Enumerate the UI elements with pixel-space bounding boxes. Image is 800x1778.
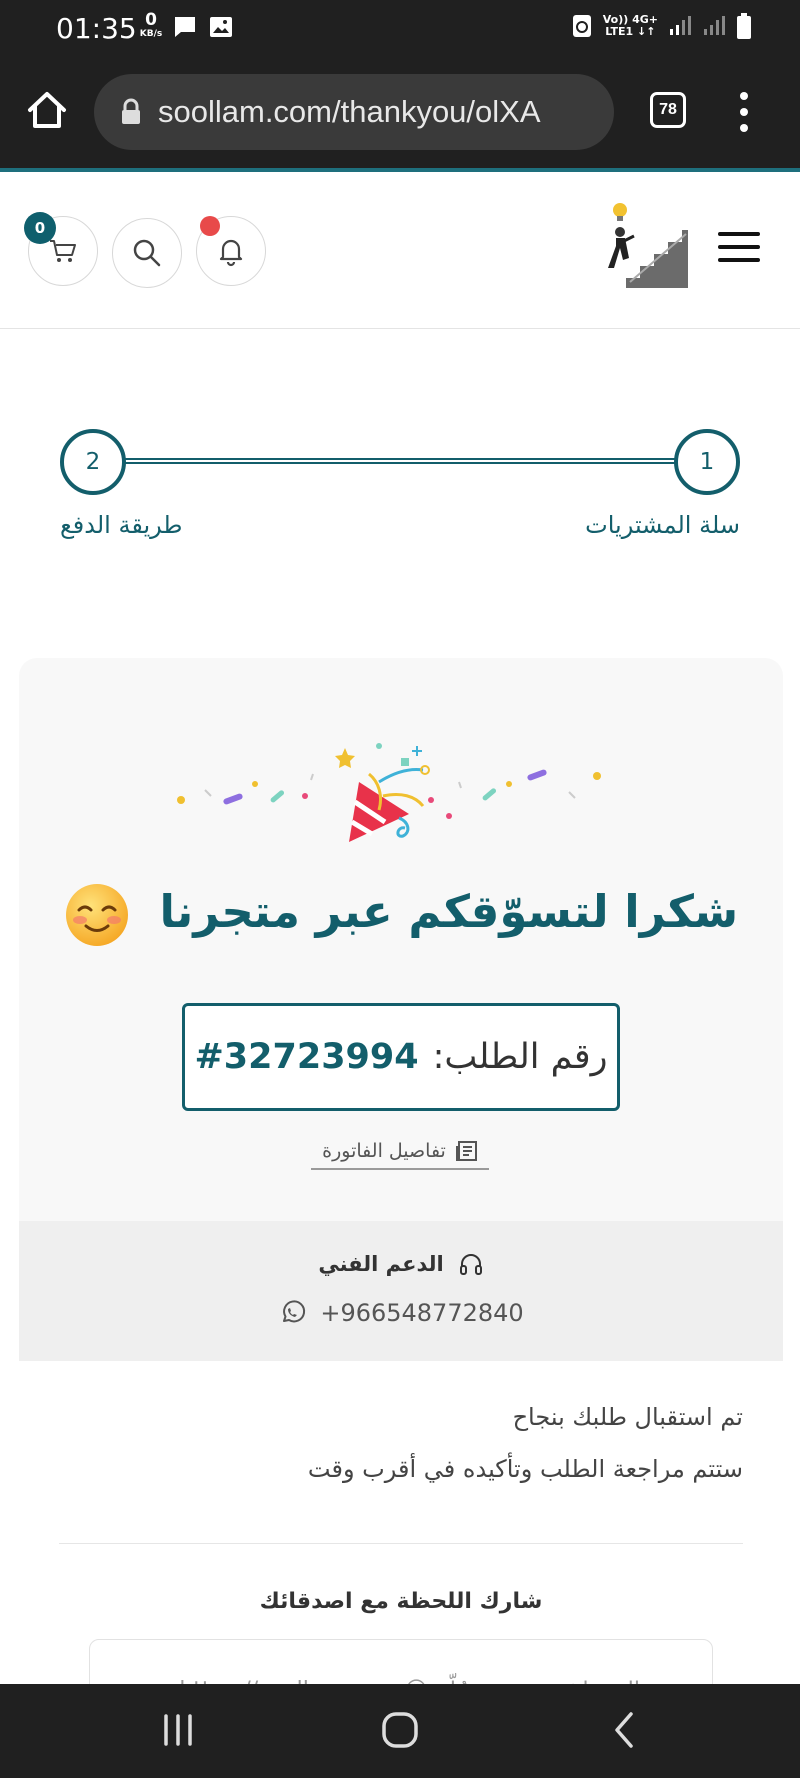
home-nav-button[interactable] (370, 1704, 430, 1756)
site-logo[interactable] (606, 196, 688, 288)
logo-icon (608, 203, 688, 288)
step-2-circle: 2 (60, 429, 126, 495)
support-section: الدعم الفني +966548772840 (19, 1221, 783, 1361)
headphones-icon (459, 1254, 482, 1275)
steps-connector (124, 458, 676, 464)
support-title-text: الدعم الفني (318, 1252, 444, 1276)
browser-toolbar: soollam.com/thankyou/olXA 78 (0, 56, 800, 168)
support-phone-number: +966548772840 (320, 1299, 524, 1327)
signal-icon (670, 16, 691, 35)
whatsapp-icon (283, 1300, 306, 1323)
network-speed-unit: KB/s (139, 29, 163, 39)
network-type: Vo)) 4G+ LTE1 ↓↑ (603, 14, 658, 37)
back-button[interactable] (594, 1704, 654, 1756)
search-icon (133, 239, 161, 267)
network-speed: 0 KB/s (136, 12, 166, 39)
menu-bar (718, 258, 760, 262)
step-1-circle: 1 (674, 429, 740, 495)
recycle-icon (572, 15, 591, 37)
order-received-text: تم استقبال طلبك بنجاح (512, 1403, 743, 1431)
notification-dot (200, 216, 220, 236)
invoice-details-label: تفاصيل الفاتورة (322, 1140, 446, 1162)
lock-icon (122, 98, 140, 124)
recent-apps-button[interactable] (148, 1704, 208, 1756)
tab-switcher-button[interactable]: 78 (650, 92, 686, 128)
back-icon (615, 1712, 633, 1748)
home-nav-icon (382, 1712, 418, 1748)
gallery-icon (210, 17, 232, 37)
network-type-bottom: LTE1 ↓↑ (605, 25, 656, 38)
thank-you-text: شكرا لتسوّقكم عبر متجرنا (159, 885, 739, 938)
smiling-face-icon (65, 884, 128, 946)
home-button[interactable] (24, 88, 70, 134)
support-phone-link[interactable]: +966548772840 (19, 1299, 783, 1327)
order-number-value: #32723994 (194, 1037, 419, 1077)
support-title: الدعم الفني (19, 1251, 783, 1277)
cart-icon (50, 240, 76, 262)
search-button[interactable] (112, 218, 182, 288)
battery-icon (737, 13, 751, 39)
url-text: soollam.com/thankyou/olXA (158, 94, 541, 129)
cart-count-badge: 0 (24, 212, 56, 244)
step-1-label: سلة المشتريات (585, 511, 740, 539)
section-divider (59, 1543, 743, 1544)
party-popper-icon (177, 743, 601, 842)
menu-bar (718, 232, 760, 236)
home-icon (28, 92, 66, 128)
status-bar: 01:35 0 KB/s Vo)) 4G+ LTE1 ↓↑ (0, 0, 800, 56)
invoice-icon (455, 1141, 477, 1161)
address-bar[interactable]: soollam.com/thankyou/olXA (94, 74, 614, 150)
step-2-label: طريقة الدفع (60, 511, 183, 539)
thank-you-heading: شكرا لتسوّقكم عبر متجرنا (19, 882, 783, 948)
bell-icon (219, 239, 243, 267)
invoice-details-link[interactable]: تفاصيل الفاتورة (311, 1134, 489, 1170)
network-speed-value: 0 (145, 10, 157, 30)
order-number-box: رقم الطلب: #32723994 (182, 1003, 620, 1111)
menu-button[interactable] (718, 232, 760, 262)
share-title: شارك اللحظة مع اصدقائك (259, 1589, 543, 1614)
status-time: 01:35 (56, 12, 137, 45)
menu-bar (718, 245, 760, 249)
browser-menu-button[interactable] (734, 92, 754, 132)
menu-dot (740, 92, 748, 100)
menu-dot (740, 124, 748, 132)
menu-dot (740, 108, 748, 116)
order-number-label: رقم الطلب: (432, 1037, 608, 1077)
order-confirmation-card: شكرا لتسوّقكم عبر متجرنا رقم الطلب: #327… (19, 658, 783, 1778)
message-icon (175, 17, 195, 37)
signal-icon-2 (704, 16, 725, 35)
checkout-steps: 1 سلة المشتريات 2 طريقة الدفع (0, 329, 800, 659)
order-review-text: ستتم مراجعة الطلب وتأكيده في أقرب وقت (307, 1455, 743, 1483)
site-header: 0 (0, 168, 800, 329)
recent-apps-icon (164, 1714, 192, 1746)
system-navigation-bar (0, 1684, 800, 1778)
